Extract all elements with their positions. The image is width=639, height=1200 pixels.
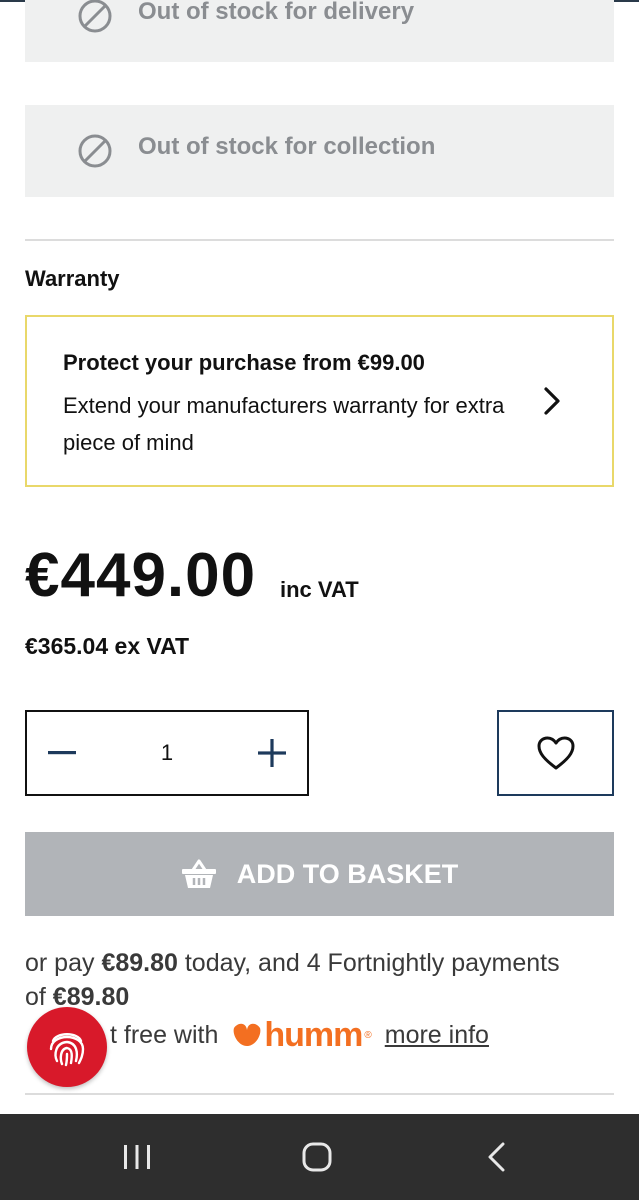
add-to-basket-button[interactable]: ADD TO BASKET xyxy=(25,832,614,916)
price-inc-vat-label: inc VAT xyxy=(280,577,359,602)
back-icon xyxy=(488,1142,505,1172)
back-button[interactable] xyxy=(452,1114,542,1200)
humm-line: t free with humm ® more info xyxy=(110,1015,489,1055)
pay-today-amount: €89.80 xyxy=(101,949,178,977)
price-ex-vat: €365.04 ex VAT xyxy=(25,633,189,660)
price-ex-vat-value: €365.04 xyxy=(25,633,109,659)
home-icon xyxy=(302,1142,332,1172)
collection-availability: Out of stock for collection xyxy=(25,105,614,197)
delivery-status-text: Out of stock for delivery xyxy=(138,0,415,25)
recent-apps-button[interactable] xyxy=(92,1114,182,1200)
warranty-description: Extend your manufacturers warranty for e… xyxy=(63,393,505,455)
unavailable-icon xyxy=(78,0,112,33)
basket-icon xyxy=(181,859,216,888)
decrement-button[interactable] xyxy=(27,712,97,794)
system-navigation-bar xyxy=(0,1114,639,1200)
chevron-right-icon xyxy=(544,387,560,415)
humm-mark-icon xyxy=(233,1023,261,1046)
warranty-headline: Protect your purchase from €99.00 xyxy=(63,350,425,375)
section-divider xyxy=(25,239,614,241)
fingerprint-button[interactable] xyxy=(27,1007,107,1087)
humm-logo: humm ® xyxy=(232,1015,372,1055)
humm-wordmark: humm xyxy=(264,1015,363,1054)
delivery-availability: Out of stock for delivery xyxy=(25,0,614,62)
increment-button[interactable] xyxy=(237,712,307,794)
section-divider xyxy=(25,1093,614,1095)
wishlist-button[interactable] xyxy=(497,710,614,796)
collection-status-text: Out of stock for collection xyxy=(138,133,436,160)
plus-icon xyxy=(258,739,286,767)
heart-icon xyxy=(537,736,574,770)
warranty-offer-card[interactable]: Protect your purchase from €99.00 Extend… xyxy=(25,315,614,487)
pay-later-text: or pay €89.80 today, and 4 Fortnightly p… xyxy=(25,946,585,1014)
interest-free-text: t free with xyxy=(110,1020,219,1049)
add-to-basket-label: ADD TO BASKET xyxy=(236,858,459,889)
price-ex-vat-label: ex VAT xyxy=(114,633,190,659)
home-button[interactable] xyxy=(272,1114,362,1200)
pay-prefix: or pay xyxy=(25,949,102,977)
minus-icon xyxy=(48,751,76,755)
price-inc-vat: €449.00 xyxy=(25,541,257,610)
warranty-title: Warranty xyxy=(25,266,120,291)
fingerprint-icon xyxy=(49,1033,85,1067)
unavailable-icon xyxy=(78,134,112,168)
recent-apps-icon xyxy=(124,1145,150,1169)
quantity-stepper: 1 xyxy=(25,710,309,796)
more-info-link[interactable]: more info xyxy=(385,1021,489,1050)
quantity-value[interactable]: 1 xyxy=(127,712,207,794)
